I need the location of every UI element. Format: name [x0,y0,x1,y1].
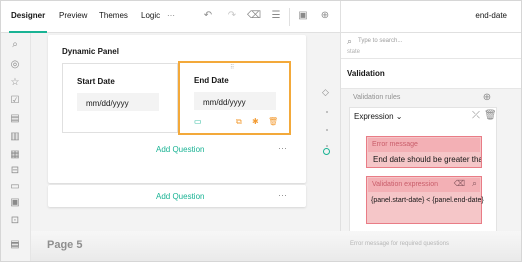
survey-creator-window: Designer Preview Themes Logic ⋯ ↶ ↷ ⌫ ☰ … [0,0,522,262]
error-message-value[interactable]: End date should be greater than star [373,155,481,164]
search-icon: ⌕ [347,36,353,46]
settings-icon[interactable]: ☰ [269,9,283,23]
toolbox: ⌕ ◎ ☆ ☑ ▤ ▥ ▦ ⊟ ▭ ▣ ⊡ ▭ [1,33,31,261]
tab-designer[interactable]: Designer [8,11,48,33]
required-error-placeholder: Error message for required questions [350,241,450,247]
page-title[interactable]: Page 5 [47,239,82,251]
undo-icon[interactable]: ↶ [201,9,215,23]
signature-icon[interactable]: ⊡ [9,215,21,227]
required-icon[interactable]: ✱ [252,117,259,126]
redo-icon[interactable]: ↷ [225,9,239,23]
book-icon[interactable]: ▣ [296,9,310,23]
duplicate-icon[interactable]: ⧉ [236,117,242,127]
design-canvas: Dynamic Panel Start Date mm/dd/yyyy ⠿ En… [31,33,316,261]
panel-icon[interactable]: ⊟ [9,165,21,177]
property-nav: ◇ [316,33,340,261]
top-toolbar: Designer Preview Themes Logic ⋯ ↶ ↷ ⌫ ☰ … [1,1,521,33]
expand-icon[interactable]: ⊕ [318,9,332,23]
clear-icon[interactable]: ⌫ [247,9,261,23]
validation-title: Validation [347,69,385,78]
nav-dot[interactable] [326,129,328,131]
selected-element-title: end-date [475,11,507,20]
toolbar-divider [289,8,290,26]
dropdown-icon[interactable]: ▤ [9,113,21,125]
error-message-label: Error message [368,138,480,152]
more-tabs-button[interactable]: ⋯ [167,11,175,25]
drag-handle-icon[interactable]: ⠿ [230,64,234,71]
start-date-label: Start Date [77,77,115,86]
panel-title: Dynamic Panel [62,47,119,56]
end-date-input[interactable]: mm/dd/yyyy [194,92,276,110]
clear-icon[interactable]: ⌫ [454,179,465,188]
panel-divider [340,1,341,33]
validation-section-header[interactable]: Validation [341,59,521,89]
start-date-question[interactable]: Start Date mm/dd/yyyy [62,63,178,133]
page-add-question-card[interactable]: Add Question ⋯ [48,185,306,207]
end-date-label: End Date [194,76,229,85]
search-icon[interactable]: ⌕ [472,178,477,189]
file-icon[interactable]: ▭ [9,181,21,193]
current-section-marker[interactable] [323,148,330,155]
diamond-icon[interactable]: ◇ [322,88,331,97]
search-icon[interactable]: ⌕ [9,39,21,51]
delete-rule-icon[interactable]: 🗑 [484,110,497,122]
tab-preview[interactable]: Preview [59,11,87,25]
input-type-icon[interactable]: ▭ [194,117,202,126]
image-icon[interactable]: ▣ [9,197,21,209]
start-date-input[interactable]: mm/dd/yyyy [77,93,159,111]
tab-themes[interactable]: Themes [99,11,128,25]
rating-icon[interactable]: ☆ [9,77,21,89]
error-message-field[interactable]: Error message End date should be greater… [366,136,482,168]
delete-icon[interactable]: 🗑 [268,117,278,126]
validation-rules-label: Validation rules [353,94,401,101]
page-nav-icon[interactable]: ▤ [9,239,21,251]
unlink-icon[interactable]: ⤫ [470,110,482,122]
property-grid: ⌕ Type to search... state Validation Val… [340,33,521,261]
text-icon[interactable]: ▥ [9,131,21,143]
clipped-property-label: state [347,49,361,55]
add-rule-icon[interactable]: ⊕ [481,92,493,104]
nav-dot[interactable] [326,145,328,147]
comment-icon[interactable]: ▦ [9,149,21,161]
rule-type-select[interactable]: Expression ⌄ [354,112,403,121]
radiogroup-icon[interactable]: ◎ [9,59,21,71]
dynamic-panel-card[interactable]: Dynamic Panel Start Date mm/dd/yyyy ⠿ En… [48,35,306,183]
validation-rule-item: Expression ⌄ ⤫ 🗑 Error message End date … [349,107,497,247]
panel-more-button[interactable]: ⋯ [278,143,287,154]
checkbox-icon[interactable]: ☑ [9,95,21,107]
property-search-input[interactable]: Type to search... [358,38,402,44]
property-search: ⌕ Type to search... state [341,33,521,59]
tab-logic[interactable]: Logic [141,11,160,25]
validation-expression-field[interactable]: Validation expression ⌫ ⌕ {panel.start-d… [366,176,484,224]
nav-dot[interactable] [326,111,328,113]
end-date-question-selected[interactable]: ⠿ End Date mm/dd/yyyy ▭ ⧉ ✱ 🗑 [178,61,291,135]
page-more-button[interactable]: ⋯ [278,190,287,201]
validation-expression-value[interactable]: {panel.start-date} < {panel.end-date} [371,197,484,204]
page-add-question-button[interactable]: Add Question [156,192,204,201]
panel-add-question-button[interactable]: Add Question [156,145,204,154]
